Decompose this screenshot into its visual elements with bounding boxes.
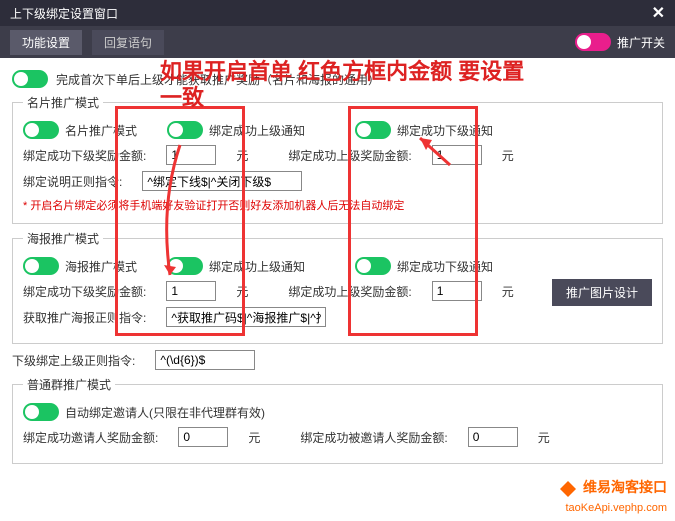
unit: 元 xyxy=(502,147,514,164)
promo-master-toggle[interactable] xyxy=(575,33,611,51)
logo-icon xyxy=(556,477,580,501)
poster-legend: 海报推广模式 xyxy=(23,230,103,247)
unit: 元 xyxy=(538,429,550,446)
unit: 元 xyxy=(236,283,248,300)
group-legend: 普通群推广模式 xyxy=(23,376,115,393)
poster-mode-toggle[interactable] xyxy=(23,257,59,275)
first-order-note: 完成首次下单后上级才能获取推广奖励（名片和海报的通用） xyxy=(56,71,380,88)
card-up-amount-input[interactable] xyxy=(432,145,482,165)
poster-up-notify-toggle[interactable] xyxy=(167,257,203,275)
poster-promo-group: 海报推广模式 推广图片设计 海报推广模式 绑定成功上级通知 绑定成功下级通知 绑… xyxy=(12,230,663,344)
sub-regex-label: 下级绑定上级正则指令: xyxy=(12,352,135,369)
card-regex-label: 绑定说明正则指令: xyxy=(23,173,122,190)
group-auto-bind-toggle[interactable] xyxy=(23,403,59,421)
poster-down-notify-label: 绑定成功下级通知 xyxy=(397,258,493,275)
poster-mode-label: 海报推广模式 xyxy=(65,258,137,275)
card-mode-toggle[interactable] xyxy=(23,121,59,139)
card-mode-label: 名片推广模式 xyxy=(65,122,137,139)
poster-down-notify-toggle[interactable] xyxy=(355,257,391,275)
poster-regex-input[interactable] xyxy=(166,307,326,327)
poster-design-button[interactable]: 推广图片设计 xyxy=(552,279,652,306)
wm-url: taoKeApi.vephp.com xyxy=(565,502,667,514)
wm-title: 维易淘客接口 xyxy=(583,479,667,495)
card-up-notify-label: 绑定成功上级通知 xyxy=(209,122,305,139)
tab-reply-phrases[interactable]: 回复语句 xyxy=(92,30,164,55)
card-down-notify-toggle[interactable] xyxy=(355,121,391,139)
poster-regex-label: 获取推广海报正则指令: xyxy=(23,309,146,326)
first-order-toggle[interactable] xyxy=(12,70,48,88)
group-inviter-amount-input[interactable] xyxy=(178,427,228,447)
poster-up-amount-input[interactable] xyxy=(432,281,482,301)
card-promo-group: 名片推广模式 名片推广模式 绑定成功上级通知 绑定成功下级通知 绑定成功下级奖励… xyxy=(12,94,663,224)
sub-regex-input[interactable] xyxy=(155,350,255,370)
group-auto-bind-label: 自动绑定邀请人(只限在非代理群有效) xyxy=(65,404,265,421)
window-title: 上下级绑定设置窗口 xyxy=(10,5,118,22)
group-invitee-amount-label: 绑定成功被邀请人奖励金额: xyxy=(300,429,447,446)
card-down-notify-label: 绑定成功下级通知 xyxy=(397,122,493,139)
poster-down-amount-input[interactable] xyxy=(166,281,216,301)
group-promo-group: 普通群推广模式 自动绑定邀请人(只限在非代理群有效) 绑定成功邀请人奖励金额: … xyxy=(12,376,663,464)
poster-up-amount-label: 绑定成功上级奖励金额: xyxy=(288,283,411,300)
group-invitee-amount-input[interactable] xyxy=(468,427,518,447)
card-up-notify-toggle[interactable] xyxy=(167,121,203,139)
card-regex-input[interactable] xyxy=(142,171,302,191)
card-legend: 名片推广模式 xyxy=(23,94,103,111)
unit: 元 xyxy=(248,429,260,446)
group-inviter-amount-label: 绑定成功邀请人奖励金额: xyxy=(23,429,158,446)
poster-down-amount-label: 绑定成功下级奖励金额: xyxy=(23,283,146,300)
card-down-amount-input[interactable] xyxy=(166,145,216,165)
unit: 元 xyxy=(502,283,514,300)
card-up-amount-label: 绑定成功上级奖励金额: xyxy=(288,147,411,164)
tab-function-settings[interactable]: 功能设置 xyxy=(10,30,82,55)
unit: 元 xyxy=(236,147,248,164)
watermark: 维易淘客接口 taoKeApi.vephp.com xyxy=(556,477,667,515)
card-down-amount-label: 绑定成功下级奖励金额: xyxy=(23,147,146,164)
card-warning: * 开启名片绑定必须将手机端好友验证打开否则好友添加机器人后无法自动绑定 xyxy=(23,197,652,213)
promo-master-label: 推广开关 xyxy=(617,34,665,51)
close-icon[interactable]: ✕ xyxy=(652,3,665,23)
poster-up-notify-label: 绑定成功上级通知 xyxy=(209,258,305,275)
